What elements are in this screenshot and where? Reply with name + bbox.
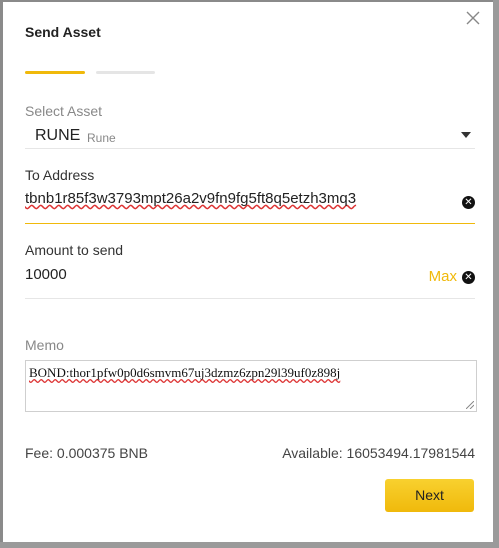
resize-handle-icon[interactable] <box>466 401 474 409</box>
fee-value: 0.000375 BNB <box>56 445 148 461</box>
amount-label: Amount to send <box>25 242 124 258</box>
fee-label: Fee: <box>25 445 54 461</box>
backdrop-strip-bottom <box>0 542 499 548</box>
next-button[interactable]: Next <box>385 479 474 512</box>
step-indicator-2 <box>96 71 155 74</box>
fee-info: Fee: 0.000375 BNB <box>25 445 148 461</box>
to-address-field[interactable]: tbnb1r85f3w3793mpt26a2v9fn9fg5ft8q5etzh3… <box>25 188 475 224</box>
memo-value[interactable]: BOND:thor1pfw0p0d6smvm67uj3dzmz6zpn29l39… <box>29 365 340 381</box>
amount-field[interactable]: 10000 Max ✕ <box>25 264 475 299</box>
clear-amount-icon[interactable]: ✕ <box>462 271 475 284</box>
caret-down-icon[interactable] <box>461 132 471 138</box>
asset-select[interactable]: RUNE Rune <box>25 126 475 149</box>
asset-name: Rune <box>87 131 116 145</box>
send-asset-modal: Send Asset Select Asset RUNE Rune To Add… <box>3 2 493 542</box>
available-info: Available: 16053494.17981544 <box>282 445 475 461</box>
available-label: Available: <box>282 445 343 461</box>
max-button[interactable]: Max <box>429 268 457 285</box>
select-asset-label: Select Asset <box>25 103 103 119</box>
asset-symbol: RUNE <box>35 127 81 144</box>
modal-title: Send Asset <box>25 24 101 40</box>
memo-label: Memo <box>25 337 64 353</box>
available-value: 16053494.17981544 <box>346 445 475 461</box>
step-indicator-1 <box>25 71 85 74</box>
clear-address-icon[interactable]: ✕ <box>462 196 475 209</box>
amount-value[interactable]: 10000 <box>25 266 67 283</box>
to-address-value[interactable]: tbnb1r85f3w3793mpt26a2v9fn9fg5ft8q5etzh3… <box>25 190 356 207</box>
close-icon[interactable] <box>465 10 481 26</box>
memo-textarea[interactable]: BOND:thor1pfw0p0d6smvm67uj3dzmz6zpn29l39… <box>25 360 477 412</box>
to-address-label: To Address <box>25 167 95 183</box>
backdrop-strip <box>493 0 499 548</box>
